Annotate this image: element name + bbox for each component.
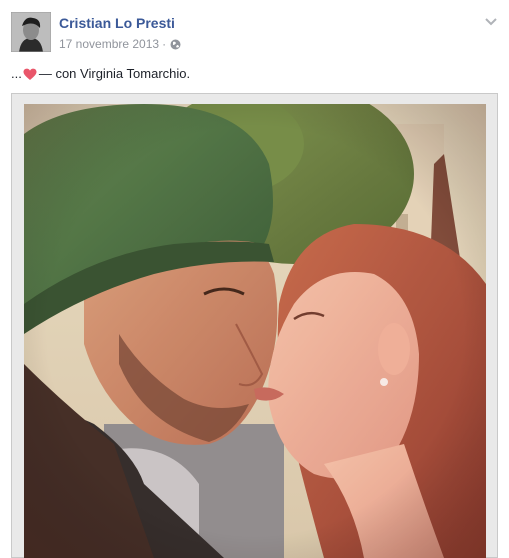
- post-meta: 17 novembre 2013 ·: [59, 37, 181, 51]
- status-prefix: ...: [11, 66, 22, 81]
- post-date[interactable]: 17 novembre 2013: [59, 37, 159, 51]
- status-suffix: .: [186, 66, 191, 81]
- post-photo[interactable]: [24, 104, 486, 558]
- meta-separator: ·: [162, 37, 167, 51]
- tagged-person-link[interactable]: Virginia Tomarchio: [80, 66, 186, 82]
- author-name[interactable]: Cristian Lo Presti: [59, 15, 175, 31]
- with-text: — con: [38, 66, 77, 81]
- chevron-down-icon[interactable]: [484, 14, 498, 26]
- avatar-image: [11, 12, 51, 52]
- post-status-text: ... — con Virginia Tomarchio .: [11, 66, 190, 82]
- heart-icon: [23, 68, 37, 81]
- globe-icon[interactable]: [170, 39, 181, 50]
- photo-image: [24, 104, 486, 558]
- facebook-post: Cristian Lo Presti 17 novembre 2013 · ..…: [0, 0, 509, 558]
- avatar[interactable]: [11, 12, 51, 52]
